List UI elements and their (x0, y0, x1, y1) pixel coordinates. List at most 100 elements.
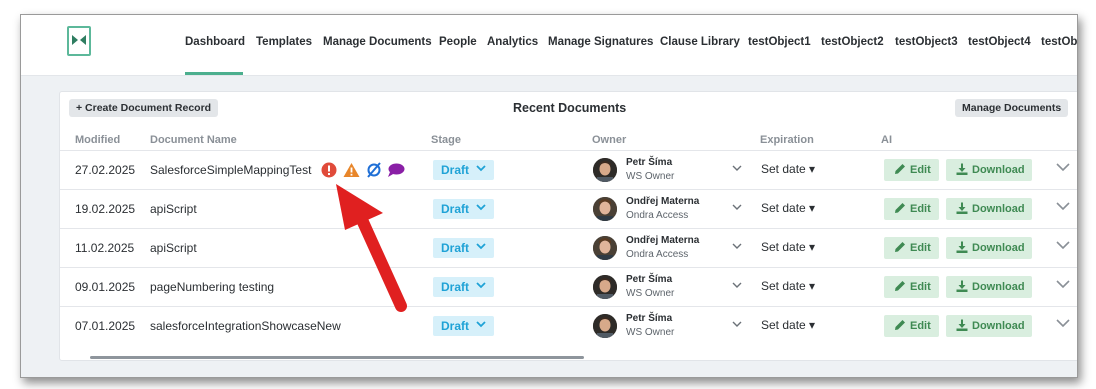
stage-select[interactable]: Draft (433, 199, 494, 219)
edit-button[interactable]: Edit (884, 315, 939, 337)
set-date-label: Set date (761, 318, 806, 332)
document-name[interactable]: apiScript (150, 241, 197, 255)
download-label: Download (972, 281, 1025, 293)
nav-testobject2[interactable]: testObject2 (821, 36, 884, 48)
table-row[interactable]: 09.01.2025 pageNumbering testing Draft P… (60, 268, 1077, 307)
avatar (593, 158, 617, 182)
nav-clause-library[interactable]: Clause Library (660, 36, 740, 48)
download-button[interactable]: Download (946, 315, 1032, 337)
nav-analytics[interactable]: Analytics (487, 36, 538, 48)
card-title: Recent Documents (513, 101, 627, 115)
owner-role: Ondra Access (626, 249, 689, 260)
download-icon (956, 241, 968, 253)
set-date-dropdown[interactable]: Set date ▾ (761, 318, 815, 332)
stage-select[interactable]: Draft (433, 277, 494, 297)
nav-templates[interactable]: Templates (256, 36, 312, 48)
table-row[interactable]: 11.02.2025 apiScript Draft Ondřej Matern… (60, 229, 1077, 268)
set-date-dropdown[interactable]: Set date ▾ (761, 201, 815, 215)
comment-icon[interactable] (387, 162, 405, 183)
column-header-owner[interactable]: Owner (592, 134, 626, 146)
edit-button[interactable]: Edit (884, 159, 939, 181)
download-button[interactable]: Download (946, 159, 1032, 181)
row-expand-chevron-icon[interactable] (1056, 319, 1070, 328)
stage-select[interactable]: Draft (433, 238, 494, 258)
stage-select[interactable]: Draft (433, 160, 494, 180)
owner-dropdown-chevron-icon[interactable] (732, 282, 742, 289)
owner-name: Ondřej Materna (626, 235, 700, 246)
row-expand-chevron-icon[interactable] (1056, 280, 1070, 289)
chevron-down-icon (476, 165, 486, 172)
no-mapping-icon[interactable] (366, 162, 382, 183)
download-button[interactable]: Download (946, 276, 1032, 298)
nav-people[interactable]: People (439, 36, 477, 48)
table-row[interactable]: 19.02.2025 apiScript Draft Ondřej Matern… (60, 190, 1077, 229)
active-tab-indicator (185, 72, 243, 75)
avatar (593, 236, 617, 260)
stage-label: Draft (441, 280, 470, 294)
owner-name: Petr Šíma (626, 274, 673, 285)
set-date-dropdown[interactable]: Set date ▾ (761, 240, 815, 254)
column-header-ai[interactable]: AI (881, 134, 892, 146)
pencil-icon (895, 242, 905, 252)
nav-testobject-truncated[interactable]: testOb (1041, 36, 1077, 48)
horizontal-scrollbar[interactable] (90, 356, 584, 359)
owner-dropdown-chevron-icon[interactable] (732, 243, 742, 250)
nav-dashboard[interactable]: Dashboard (185, 36, 245, 48)
create-document-record-button[interactable]: + Create Document Record (69, 99, 219, 117)
owner-role: WS Owner (626, 171, 675, 182)
set-date-dropdown[interactable]: Set date ▾ (761, 279, 815, 293)
row-expand-chevron-icon[interactable] (1056, 202, 1070, 211)
edit-button[interactable]: Edit (884, 198, 939, 220)
row-expand-chevron-icon[interactable] (1056, 163, 1070, 172)
download-icon (956, 202, 968, 214)
table-row[interactable]: 07.01.2025 salesforceIntegrationShowcase… (60, 307, 1077, 345)
modified-date: 09.01.2025 (75, 280, 136, 294)
document-name[interactable]: pageNumbering testing (150, 280, 274, 294)
warning-icon[interactable] (343, 162, 360, 183)
nav-testobject3[interactable]: testObject3 (895, 36, 958, 48)
column-header-stage[interactable]: Stage (431, 134, 461, 146)
avatar (593, 314, 617, 338)
nav-manage-documents[interactable]: Manage Documents (323, 36, 432, 48)
row-expand-chevron-icon[interactable] (1056, 241, 1070, 250)
owner-dropdown-chevron-icon[interactable] (732, 165, 742, 172)
avatar (593, 197, 617, 221)
owner-dropdown-chevron-icon[interactable] (732, 321, 742, 328)
chevron-down-icon (476, 204, 486, 211)
table-row[interactable]: 27.02.2025 SalesforceSimpleMappingTest D… (60, 151, 1077, 190)
stage-label: Draft (441, 202, 470, 216)
modified-date: 27.02.2025 (75, 163, 136, 177)
pencil-icon (895, 320, 905, 330)
owner-name: Ondřej Materna (626, 196, 700, 207)
modified-date: 19.02.2025 (75, 202, 136, 216)
document-name[interactable]: salesforceIntegrationShowcaseNew (150, 319, 341, 333)
nav-manage-signatures[interactable]: Manage Signatures (548, 36, 653, 48)
caret-down-icon: ▾ (809, 279, 816, 293)
set-date-label: Set date (761, 279, 806, 293)
set-date-label: Set date (761, 162, 806, 176)
document-name[interactable]: SalesforceSimpleMappingTest (150, 163, 311, 177)
app-logo-icon[interactable] (67, 26, 91, 56)
download-button[interactable]: Download (946, 198, 1032, 220)
edit-label: Edit (910, 203, 931, 215)
set-date-dropdown[interactable]: Set date ▾ (761, 162, 815, 176)
error-icon[interactable] (321, 162, 337, 183)
owner-dropdown-chevron-icon[interactable] (732, 204, 742, 211)
download-button[interactable]: Download (946, 237, 1032, 259)
caret-down-icon: ▾ (809, 201, 816, 215)
chevron-down-icon (476, 321, 486, 328)
edit-button[interactable]: Edit (884, 276, 939, 298)
caret-down-icon: ▾ (809, 162, 816, 176)
stage-select[interactable]: Draft (433, 316, 494, 336)
edit-button[interactable]: Edit (884, 237, 939, 259)
column-header-document-name[interactable]: Document Name (150, 134, 237, 146)
nav-testobject1[interactable]: testObject1 (748, 36, 811, 48)
column-header-modified[interactable]: Modified (75, 134, 120, 146)
pencil-icon (895, 203, 905, 213)
manage-documents-button[interactable]: Manage Documents (955, 99, 1069, 117)
document-name[interactable]: apiScript (150, 202, 197, 216)
column-header-expiration[interactable]: Expiration (760, 134, 814, 146)
download-label: Download (972, 320, 1025, 332)
nav-testobject4[interactable]: testObject4 (968, 36, 1031, 48)
app-window: Dashboard Templates Manage Documents Peo… (20, 14, 1078, 378)
